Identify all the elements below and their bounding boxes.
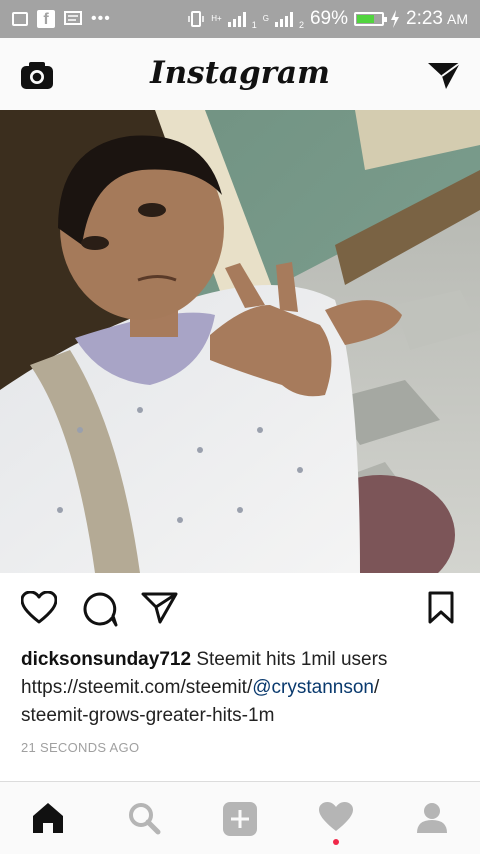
app-logo: Instagram — [150, 55, 330, 91]
share-button[interactable] — [141, 591, 179, 630]
nav-search[interactable] — [127, 801, 161, 840]
clock-time: 2:23 — [406, 8, 443, 29]
post-caption: dicksonsunday712 Steemit hits 1mil users… — [21, 646, 461, 730]
signal-strength-1-icon — [227, 11, 246, 27]
app-header: Instagram — [0, 38, 480, 111]
clock-ampm: AM — [447, 11, 468, 27]
activity-heart-icon — [319, 802, 353, 831]
sim-2-label: 2 — [298, 20, 304, 30]
heart-icon — [20, 590, 58, 624]
battery-icon — [354, 12, 388, 26]
nav-add[interactable] — [222, 801, 258, 842]
network-type-2: G — [262, 14, 269, 23]
post-actions — [0, 573, 480, 643]
battery-percent: 69% — [309, 8, 349, 29]
comment-icon — [83, 592, 118, 627]
more-notifications-icon: ••• — [91, 10, 111, 27]
search-icon — [129, 803, 161, 835]
signal-strength-2-icon — [274, 11, 293, 27]
network-type-1: H+ — [211, 14, 222, 23]
caption-link-suffix[interactable]: / — [374, 677, 379, 698]
direct-messages-button[interactable] — [426, 59, 462, 96]
vibrate-icon — [188, 11, 205, 27]
share-icon — [141, 592, 178, 624]
facebook-notification-icon: f — [37, 10, 55, 28]
comment-button[interactable] — [82, 591, 118, 632]
activity-notification-dot — [333, 839, 339, 845]
nav-home[interactable] — [31, 801, 65, 840]
selfie-photo — [0, 110, 480, 573]
caption-mention[interactable]: @crystannson — [252, 677, 374, 698]
like-button[interactable] — [20, 590, 58, 630]
bookmark-icon — [428, 591, 454, 624]
status-bar: f ••• H+ 1 G 2 69% 2:23 AM — [0, 0, 480, 38]
profile-icon — [417, 803, 447, 833]
message-notification-icon — [64, 11, 82, 25]
gallery-notification-icon — [12, 12, 28, 26]
post-username[interactable]: dicksonsunday712 — [21, 649, 191, 670]
add-icon — [223, 802, 257, 836]
post-image[interactable] — [0, 110, 480, 573]
battery-fill — [357, 15, 374, 23]
charging-icon — [391, 10, 400, 28]
save-button[interactable] — [428, 591, 454, 630]
caption-link-prefix[interactable]: https://steemit.com/steemit/ — [21, 677, 252, 698]
caption-text: Steemit hits 1mil users — [196, 649, 388, 670]
home-icon — [33, 803, 63, 833]
direct-message-icon — [428, 62, 461, 89]
sim-1-label: 1 — [251, 20, 257, 30]
post-timestamp: 21 SECONDS AGO — [21, 740, 140, 755]
bottom-navigation — [0, 781, 480, 854]
nav-activity[interactable] — [318, 801, 354, 838]
nav-profile[interactable] — [415, 801, 449, 840]
caption-link-tail[interactable]: steemit-grows-greater-hits-1m — [21, 705, 274, 726]
